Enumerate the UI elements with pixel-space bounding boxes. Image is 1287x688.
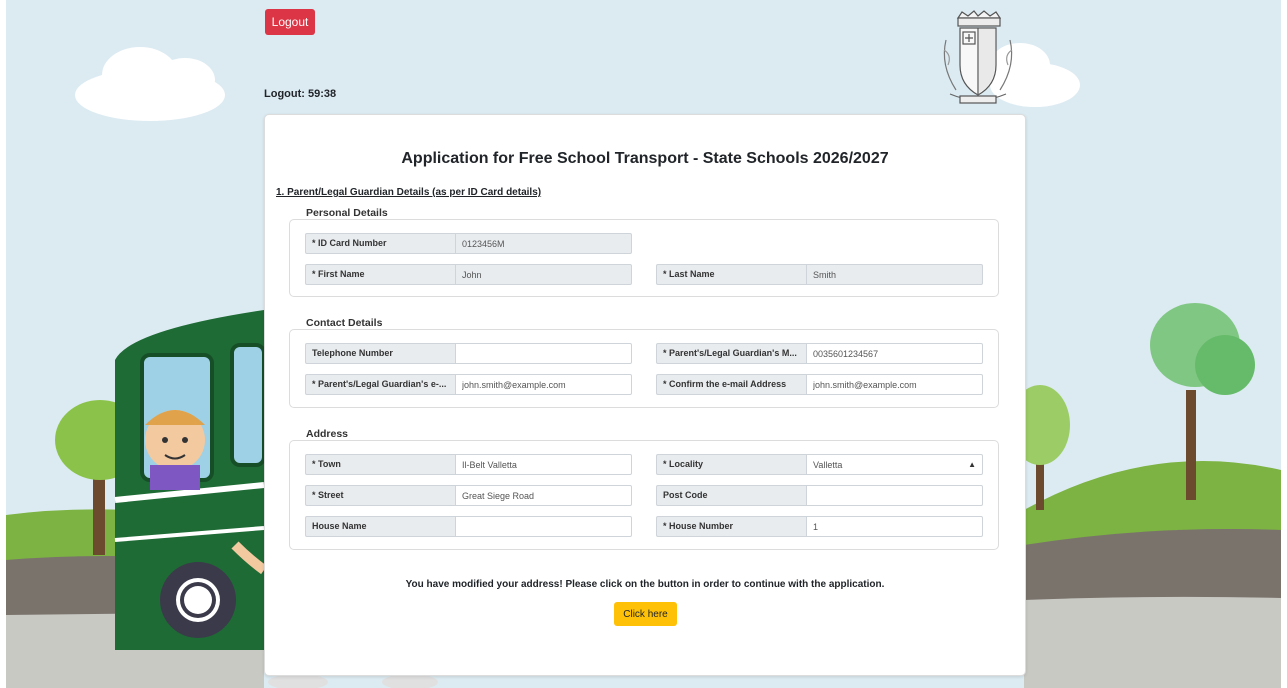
house-number-input[interactable] [806,516,983,537]
logout-button[interactable]: Logout [265,9,315,35]
personal-details-title: Personal Details [306,207,388,219]
confirm-email-label: * Confirm the e-mail Address [656,374,806,395]
address-modified-notice: You have modified your address! Please c… [405,579,885,590]
street-field: * Street [305,485,632,506]
section-heading-parent-details: 1. Parent/Legal Guardian Details (as per… [276,187,542,198]
postcode-field: Post Code [656,485,983,506]
first-name-field: * First Name [305,264,632,285]
tree-right-trunk [1186,390,1196,500]
postcode-label: Post Code [656,485,806,506]
telephone-input[interactable] [455,343,632,364]
logout-timer: Logout: 59:38 [264,88,337,100]
house-name-field: House Name [305,516,632,537]
email-field: * Parent's/Legal Guardian's e-... [305,374,632,395]
contact-details-group [289,329,999,408]
telephone-field: Telephone Number [305,343,632,364]
house-name-label: House Name [305,516,455,537]
email-label: * Parent's/Legal Guardian's e-... [305,374,455,395]
continue-button[interactable]: Click here [614,602,677,626]
house-number-label: * House Number [656,516,806,537]
mobile-field: * Parent's/Legal Guardian's M... [656,343,983,364]
town-input[interactable] [455,454,632,475]
application-form-card: Application for Free School Transport - … [264,114,1026,676]
address-title: Address [306,428,349,440]
page-title: Application for Free School Transport - … [401,150,889,167]
first-name-label: * First Name [305,264,455,285]
contact-details-title: Contact Details [306,317,383,329]
malta-coat-of-arms-icon [943,10,1013,104]
locality-label: * Locality [656,454,806,475]
last-name-label: * Last Name [656,264,806,285]
school-bus-illustration [114,310,267,650]
house-number-field: * House Number [656,516,983,537]
email-input[interactable] [455,374,632,395]
id-card-label: * ID Card Number [305,233,455,254]
house-name-input[interactable] [455,516,632,537]
page-edge-right [1281,0,1287,688]
updown-caret-icon: ▲︎ [968,460,976,469]
first-name-input[interactable] [455,264,632,285]
personal-details-group [289,219,999,297]
id-card-input[interactable] [455,233,632,254]
locality-selected-value: Valletta [813,459,843,470]
id-card-field: * ID Card Number [305,233,632,254]
telephone-label: Telephone Number [305,343,455,364]
street-label: * Street [305,485,455,506]
locality-select[interactable]: Valletta ▲︎ [806,454,983,475]
mobile-input[interactable] [806,343,983,364]
confirm-email-field: * Confirm the e-mail Address [656,374,983,395]
street-input[interactable] [455,485,632,506]
tree-right2-trunk [1036,460,1044,510]
postcode-input[interactable] [806,485,983,506]
ground-right [1024,596,1281,688]
town-label: * Town [305,454,455,475]
locality-field: * Locality Valletta ▲︎ [656,454,983,475]
confirm-email-input[interactable] [806,374,983,395]
last-name-field: * Last Name [656,264,983,285]
last-name-input[interactable] [806,264,983,285]
page-edge [0,0,6,688]
tree-right-crown-b [1195,335,1255,395]
mobile-label: * Parent's/Legal Guardian's M... [656,343,806,364]
town-field: * Town [305,454,632,475]
